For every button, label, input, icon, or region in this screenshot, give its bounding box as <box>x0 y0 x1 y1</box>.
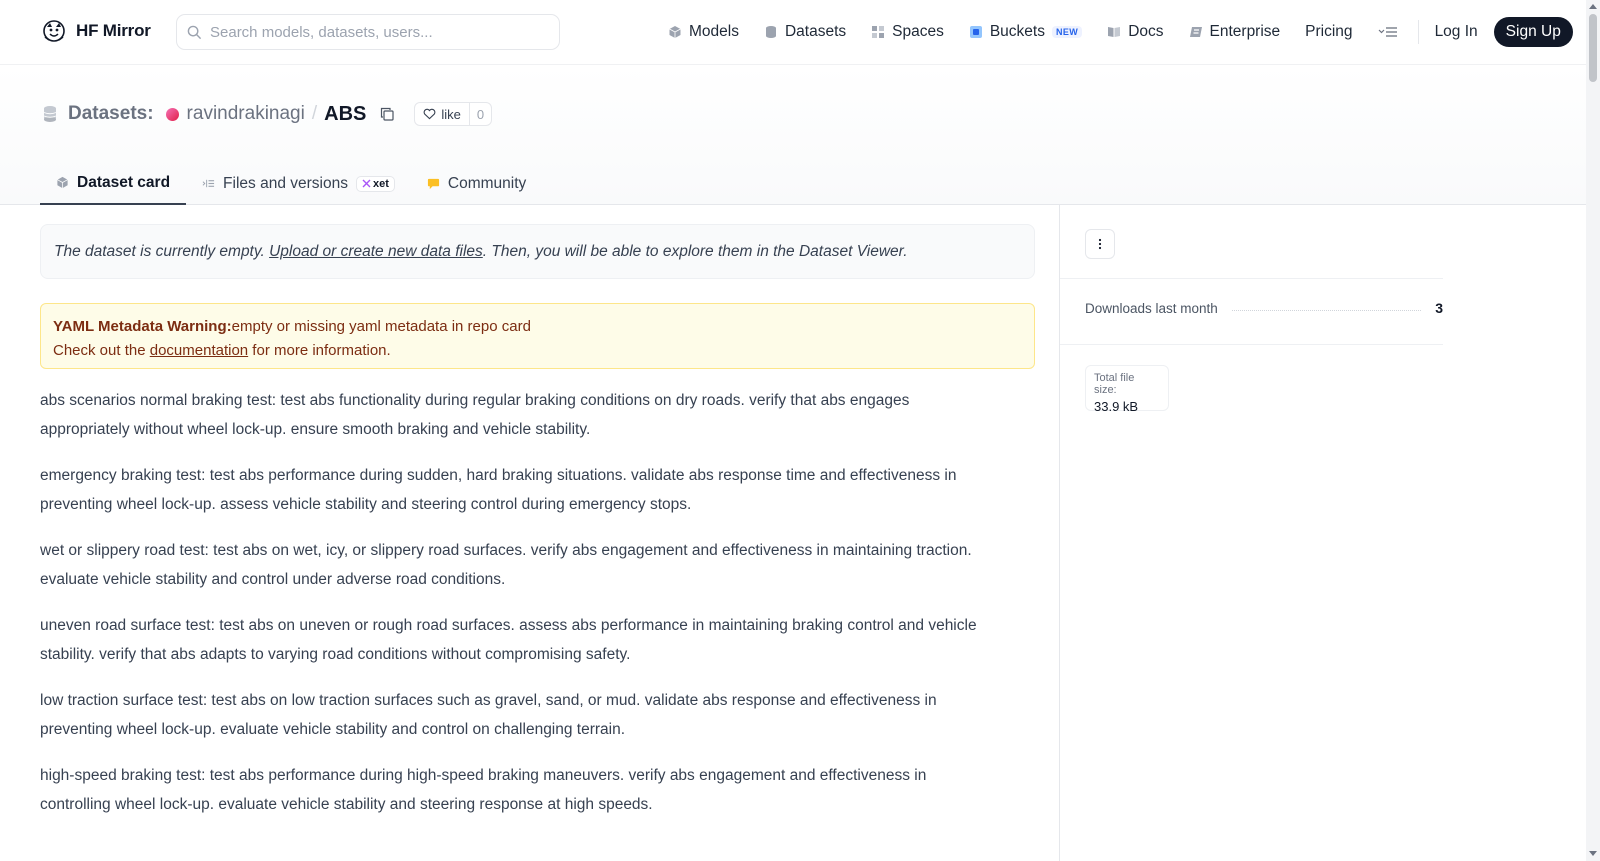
enterprise-icon <box>1189 27 1202 37</box>
xet-badge-label: xet <box>372 177 389 190</box>
card-paragraph: wet or slippery road test: test abs on w… <box>40 542 972 588</box>
top-navbar: HF Mirror Models Datasets Spaces Buckets… <box>0 0 1586 65</box>
kebab-icon <box>1098 238 1102 250</box>
grid-icon <box>872 26 885 38</box>
nav-pricing-label: Pricing <box>1305 23 1353 40</box>
search-icon <box>187 25 202 39</box>
warning-line-2: Check out the documentation for more inf… <box>53 339 1022 363</box>
main-nav: Models Datasets Spaces Buckets NEW Docs … <box>668 0 1573 64</box>
downloads-label: Downloads last month <box>1085 300 1218 316</box>
nav-models-label: Models <box>689 23 739 40</box>
repo-header: Datasets: ravindrakinagi / ABS like 0 Da… <box>0 65 1586 205</box>
page-scrollbar[interactable] <box>1586 0 1600 861</box>
xet-badge: xet <box>355 175 395 192</box>
tab-files-and-versions[interactable]: Files and versions xet <box>186 162 411 205</box>
copy-icon[interactable] <box>380 107 394 121</box>
like-label: like <box>441 106 461 122</box>
like-part: like <box>415 107 469 122</box>
scroll-up-arrow[interactable] <box>1589 4 1597 9</box>
nav-buckets[interactable]: Buckets NEW <box>969 23 1083 41</box>
tab-dataset-card[interactable]: Dataset card <box>40 162 187 205</box>
new-badge: NEW <box>1051 26 1083 38</box>
cube-icon <box>669 26 681 38</box>
logo-link[interactable]: HF Mirror <box>41 18 151 44</box>
section-label: Datasets: <box>68 103 154 124</box>
heart-icon <box>423 108 436 120</box>
bucket-icon <box>969 26 982 38</box>
login-link[interactable]: Log In <box>1435 23 1478 41</box>
empty-dataset-notice: The dataset is currently empty. Upload o… <box>40 224 1035 279</box>
tab-files-label: Files and versions <box>223 174 348 192</box>
nav-docs[interactable]: Docs <box>1107 23 1164 41</box>
owner-avatar <box>165 107 179 121</box>
downloads-value: 3 <box>1435 300 1443 316</box>
warning-line2-suffix: for more information. <box>248 342 391 359</box>
warning-message: empty or missing yaml metadata in repo c… <box>231 318 531 335</box>
card-paragraph: abs scenarios normal braking test: test … <box>40 392 910 438</box>
logo-text: HF Mirror <box>76 21 151 40</box>
column-divider <box>1059 205 1060 861</box>
menu-icon <box>1378 27 1397 37</box>
cube-icon <box>57 176 68 189</box>
nav-enterprise-label: Enterprise <box>1209 23 1281 40</box>
card-paragraph: low traction surface test: test abs on l… <box>40 692 937 738</box>
nav-pricing[interactable]: Pricing <box>1305 23 1352 41</box>
dotted-leader <box>1231 309 1422 311</box>
sidebar-divider <box>1060 344 1443 345</box>
nav-datasets-label: Datasets <box>784 23 847 40</box>
file-size-card: Total file size: 33.9 kB <box>1085 365 1169 414</box>
repo-title-row: Datasets: ravindrakinagi / ABS like 0 <box>42 102 493 126</box>
nav-enterprise[interactable]: Enterprise <box>1189 23 1281 41</box>
book-icon <box>1108 27 1121 37</box>
hf-logo-icon <box>43 20 65 42</box>
nav-spaces-label: Spaces <box>892 23 944 40</box>
downloads-stat: Downloads last month 3 <box>1085 300 1443 316</box>
sidebar-divider <box>1060 278 1443 279</box>
repo-tabs: Dataset card Files and versions xet Comm… <box>40 162 542 205</box>
empty-note-prefix: The dataset is currently empty. <box>54 242 270 260</box>
search-box[interactable] <box>176 14 560 50</box>
search-input[interactable] <box>210 23 540 41</box>
tab-community-label: Community <box>447 174 527 192</box>
dataset-card-content: The dataset is currently empty. Upload o… <box>40 224 1035 819</box>
nav-spaces[interactable]: Spaces <box>871 23 944 41</box>
signup-button[interactable]: Sign Up <box>1493 17 1573 47</box>
scroll-thumb[interactable] <box>1589 14 1597 82</box>
upload-data-link[interactable]: Upload or create new data files <box>269 243 483 261</box>
card-paragraph: high-speed braking test: test abs perfor… <box>40 767 927 813</box>
tab-community[interactable]: Community <box>411 162 542 205</box>
nav-docs-label: Docs <box>1128 23 1164 40</box>
file-size-value: 33.9 kB <box>1094 399 1139 414</box>
nav-models[interactable]: Models <box>668 23 739 41</box>
like-button[interactable]: like 0 <box>414 102 493 126</box>
nav-buckets-label: Buckets <box>989 23 1045 40</box>
database-icon <box>765 26 776 38</box>
nav-datasets[interactable]: Datasets <box>764 23 846 41</box>
empty-note-suffix: . Then, you will be able to explore them… <box>482 242 908 260</box>
repo-name[interactable]: ABS <box>324 103 366 126</box>
database-icon <box>43 106 57 122</box>
nav-more-button[interactable] <box>1378 26 1398 38</box>
tab-dataset-card-label: Dataset card <box>77 173 171 191</box>
owner-link[interactable]: ravindrakinagi <box>187 103 305 125</box>
more-options-button[interactable] <box>1085 229 1115 259</box>
warning-line2-prefix: Check out the <box>53 342 150 359</box>
warning-title: YAML Metadata Warning: <box>53 318 232 335</box>
yaml-metadata-warning: YAML Metadata Warning:empty or missing y… <box>40 303 1035 369</box>
chat-icon <box>427 178 439 190</box>
file-size-label: Total file size: <box>1094 372 1135 396</box>
xet-icon <box>362 179 371 188</box>
card-paragraph: uneven road surface test: test abs on un… <box>40 617 977 663</box>
files-icon <box>202 179 215 188</box>
card-paragraph: emergency braking test: test abs perform… <box>40 467 957 513</box>
nav-divider <box>1417 20 1419 44</box>
like-count: 0 <box>468 103 491 125</box>
documentation-link[interactable]: documentation <box>150 342 248 359</box>
warning-line-1: YAML Metadata Warning:empty or missing y… <box>53 315 1022 339</box>
scroll-down-arrow[interactable] <box>1589 851 1597 856</box>
path-separator: / <box>311 103 318 124</box>
